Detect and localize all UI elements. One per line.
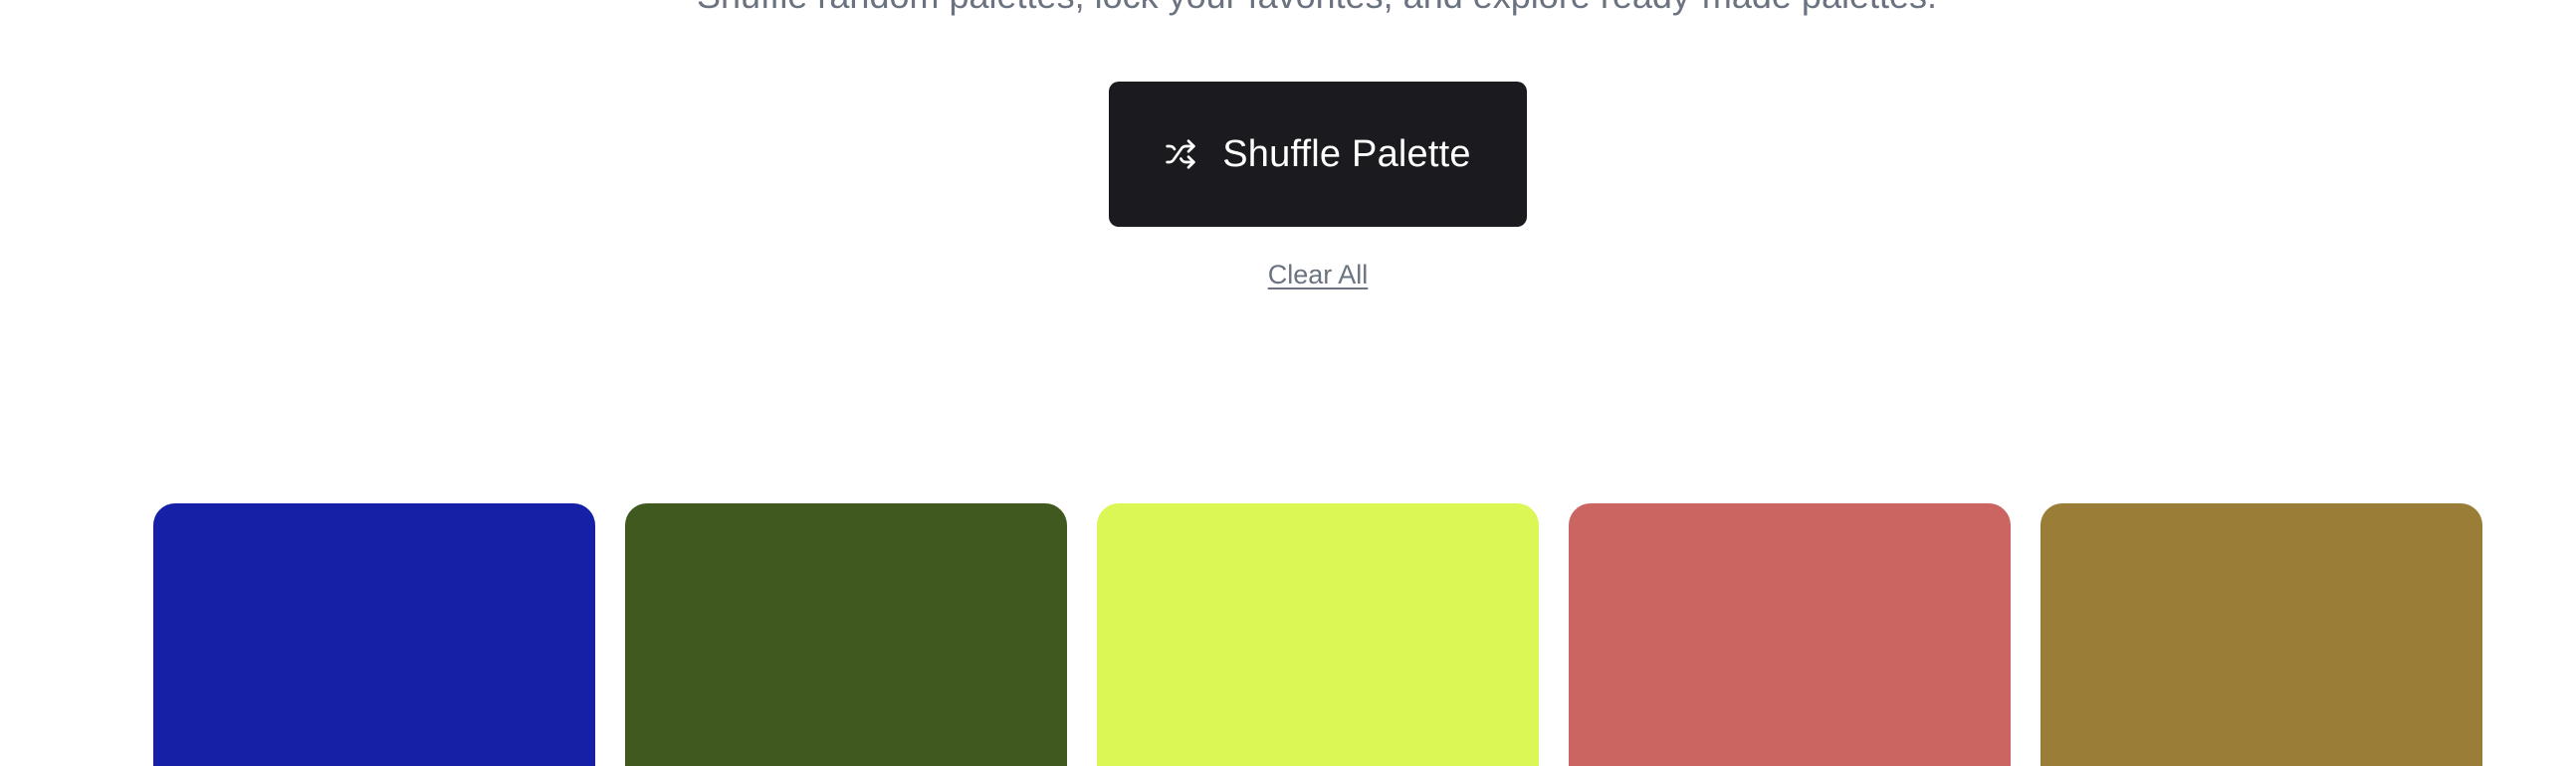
clear-all-link[interactable]: Clear All <box>1194 255 1441 294</box>
shuffle-palette-label: Shuffle Palette <box>1222 133 1471 175</box>
palette-row <box>153 503 2482 766</box>
color-swatch-4[interactable] <box>1569 503 2011 766</box>
color-swatch-1[interactable] <box>153 503 595 766</box>
page: Shuffle random palettes, lock your favor… <box>0 0 2576 766</box>
shuffle-icon <box>1165 138 1196 170</box>
page-subtitle: Shuffle random palettes, lock your favor… <box>0 0 2576 20</box>
shuffle-palette-button[interactable]: Shuffle Palette <box>1109 82 1527 227</box>
color-swatch-5[interactable] <box>2040 503 2482 766</box>
color-swatch-2[interactable] <box>625 503 1067 766</box>
color-swatch-3[interactable] <box>1097 503 1539 766</box>
